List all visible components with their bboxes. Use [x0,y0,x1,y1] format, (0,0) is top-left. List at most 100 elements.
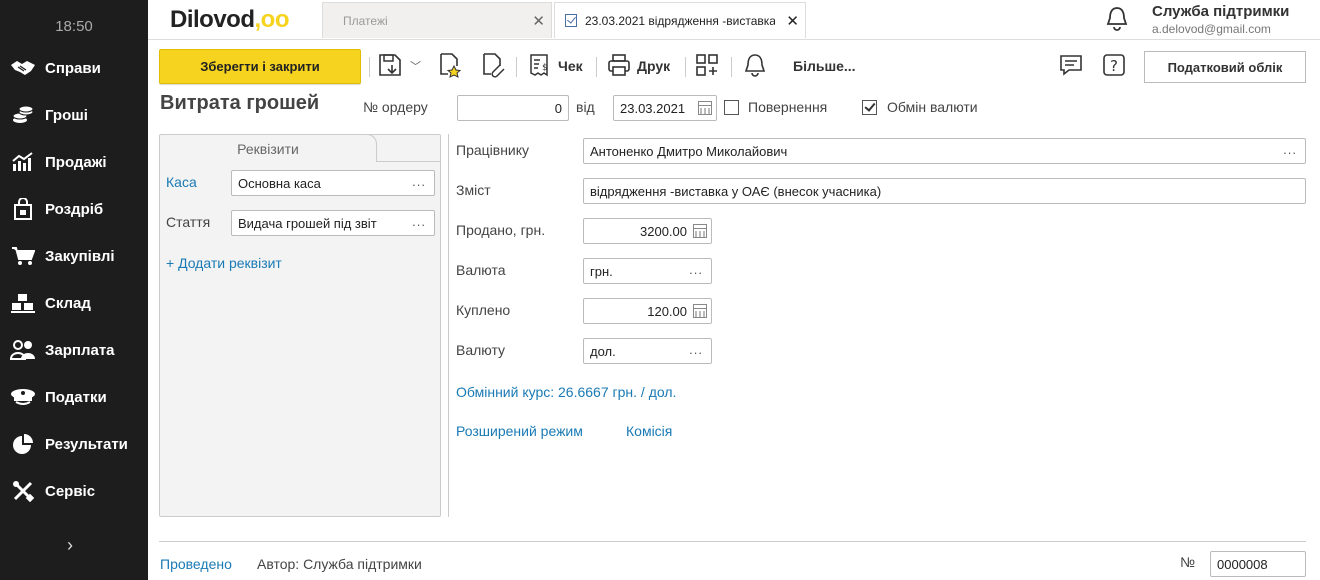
form-divider [448,134,449,517]
sidebar-item-label: Закупівлі [45,247,115,265]
extended-mode-link[interactable]: Розширений режим [456,423,583,439]
save-icon [378,53,402,80]
chevron-right-icon[interactable]: › [60,535,80,559]
calculator-icon[interactable] [693,304,707,318]
returned-checkbox[interactable] [724,100,739,115]
print-button[interactable]: Друк [607,50,670,82]
notifications-bell-icon[interactable] [1105,6,1131,32]
currency-exchange-checkbox[interactable] [862,100,877,115]
tab-document[interactable]: 23.03.2021 відрядження -виставка ✕ [554,2,806,38]
attach-file-button[interactable] [481,50,505,82]
sidebar-item-spravy[interactable]: Справи [0,48,148,88]
article-value: Видача грошей під звіт [238,215,377,231]
printer-icon [607,53,631,80]
coins-icon [10,104,36,126]
currency2-field[interactable]: дол. ... [583,338,712,364]
kasa-label[interactable]: Каса [166,174,197,190]
more-options-icon[interactable]: ... [689,342,703,357]
more-button[interactable]: Більше... [787,50,856,82]
more-options-icon[interactable]: ... [689,262,703,277]
exchange-rate-link[interactable]: Обмінний курс: 26.6667 грн. / дол. [456,384,676,400]
sidebar-item-prodazhi[interactable]: Продажі [0,142,148,182]
sidebar-item-label: Зарплата [45,341,115,359]
sidebar-item-label: Продажі [45,153,107,171]
sidebar-item-label: Роздріб [45,200,104,218]
currency-exchange-label: Обмін валюти [887,99,978,115]
user-name[interactable]: Служба підтримки [1152,3,1289,20]
bought-label: Куплено [456,302,511,318]
sidebar-item-groshi[interactable]: Гроші [0,95,148,135]
add-requisite-link[interactable]: + Додати реквізит [166,255,282,271]
tax-accounting-button[interactable]: Податковий облік [1144,51,1306,83]
employee-value: Антоненко Дмитро Миколайович [590,143,788,159]
toolbar-divider [685,57,686,77]
close-icon[interactable]: ✕ [532,12,545,30]
receipt-label: Чек [558,58,583,74]
sidebar-item-zarplata[interactable]: Зарплата [0,330,148,370]
tab-payments[interactable]: Платежі ✕ [322,2,552,38]
sidebar-item-servis[interactable]: Сервіс [0,471,148,511]
document-check-icon [565,14,577,27]
content-field[interactable]: відрядження -виставка у ОАЄ (внесок учас… [583,178,1306,204]
favorite-document-button[interactable] [438,50,462,82]
sales-chart-icon [10,151,36,173]
kasa-field[interactable]: Основна каса ... [231,170,435,196]
tab-requisites[interactable]: Реквізити [159,134,377,162]
chat-bubble-icon [1059,53,1083,80]
sidebar-item-label: Сервіс [45,482,96,500]
add-widget-button[interactable] [695,50,719,82]
sidebar: 18:50 Справи Гроші Продажі Роздріб Закуп… [0,0,148,580]
toolbar-divider [596,57,597,77]
close-icon[interactable]: ✕ [786,12,799,30]
document-number-input[interactable]: 0000008 [1210,551,1306,577]
sidebar-item-rezultaty[interactable]: Результати [0,424,148,464]
order-number-input[interactable]: 0 [457,95,569,121]
commission-link[interactable]: Комісія [626,423,672,439]
chevron-down-icon: ﹀ [410,61,421,73]
print-label: Друк [637,58,671,74]
tools-icon [10,480,36,502]
help-icon: ? [1102,53,1126,80]
logo: Dilovod,oo [170,6,289,33]
bought-amount-input[interactable]: 120.00 [583,298,712,324]
calendar-icon[interactable] [698,101,712,115]
cart-icon [10,245,36,267]
calculator-icon[interactable] [693,224,707,238]
receipt-button[interactable]: $ Чек [528,50,583,82]
sidebar-item-podatky[interactable]: Податки [0,377,148,417]
date-value: 23.03.2021 [620,100,686,116]
sidebar-item-label: Результати [45,435,128,453]
more-options-icon[interactable]: ... [412,214,426,229]
reminder-button[interactable] [743,50,767,82]
comments-button[interactable] [1059,50,1083,82]
save-and-close-button[interactable]: Зберегти і закрити [159,49,361,84]
sidebar-item-label: Гроші [45,106,88,124]
article-field[interactable]: Видача грошей під звіт ... [231,210,435,236]
sidebar-item-zakupivli[interactable]: Закупівлі [0,236,148,276]
sidebar-item-label: Справи [45,59,101,77]
save-options-button[interactable]: ﹀ [378,50,421,82]
more-label: Більше... [793,58,856,74]
article-label: Стаття [166,214,211,230]
footer-divider [159,541,1306,542]
currency-field[interactable]: грн. ... [583,258,712,284]
toolbar-divider [516,57,517,77]
currency2-label: Валюту [456,342,506,358]
employee-field[interactable]: Антоненко Дмитро Миколайович ... [583,138,1306,164]
more-options-icon[interactable]: ... [412,174,426,189]
sidebar-item-sklad[interactable]: Склад [0,283,148,323]
tab-label: Платежі [343,13,388,28]
help-button[interactable]: ? [1102,50,1126,82]
currency-value: грн. [590,263,613,279]
boxes-icon [10,292,36,314]
sidebar-item-rozdrib[interactable]: Роздріб [0,189,148,229]
officer-cap-icon [10,386,36,408]
sold-amount-input[interactable]: 3200.00 [583,218,712,244]
kasa-value: Основна каса [238,175,321,191]
handshake-icon [10,57,36,79]
paperclip-document-icon [481,52,505,81]
more-options-icon[interactable]: ... [1283,142,1297,157]
toolbar-divider [731,57,732,77]
date-input[interactable]: 23.03.2021 [613,95,717,121]
status-link[interactable]: Проведено [160,556,232,572]
